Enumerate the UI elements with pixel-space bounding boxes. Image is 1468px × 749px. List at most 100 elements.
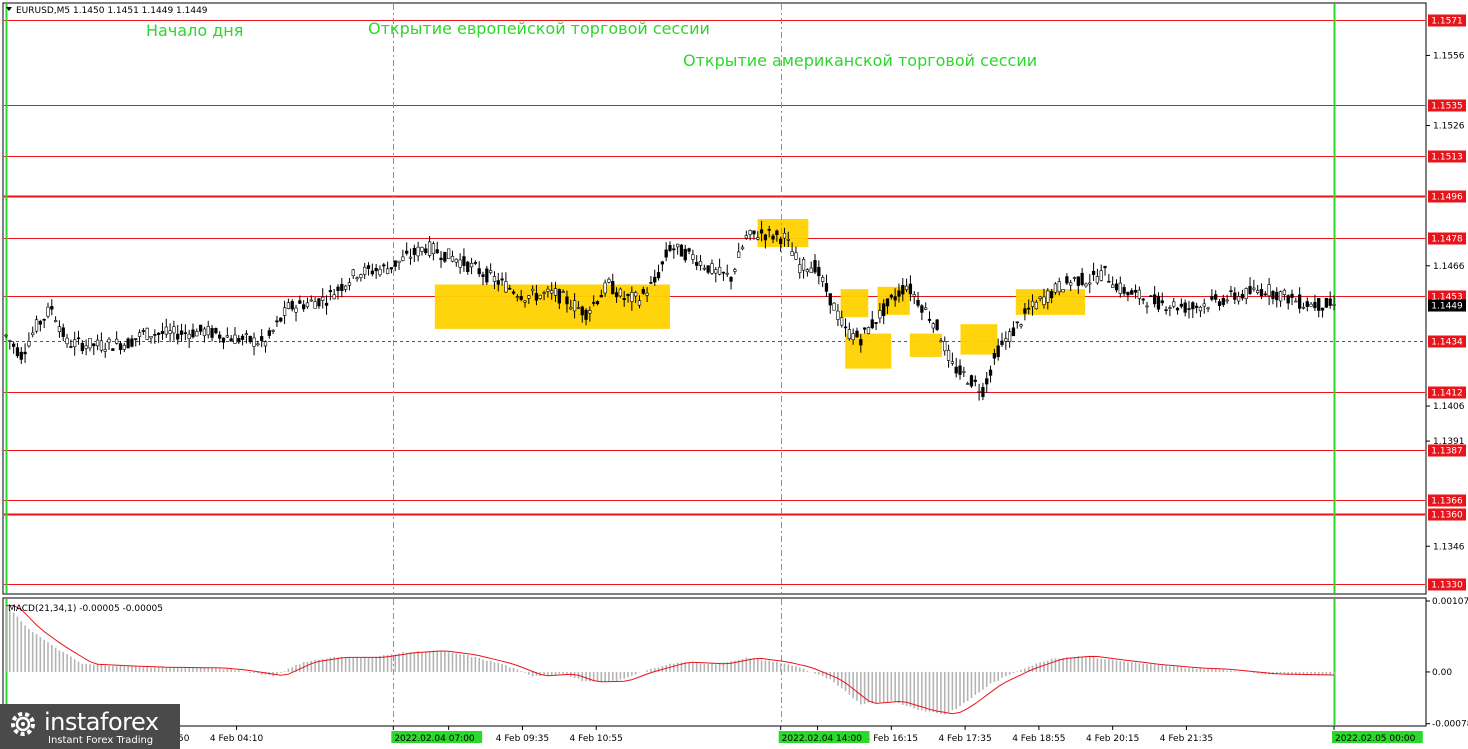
candle-body-31 <box>122 344 126 350</box>
candle-body-308 <box>1179 303 1183 307</box>
candle-body-121 <box>466 261 470 273</box>
candle-body-340 <box>1301 306 1306 309</box>
candle-body-99 <box>382 264 386 267</box>
candle-body-313 <box>1198 306 1203 312</box>
candle-body-57 <box>221 337 226 343</box>
candle-body-319 <box>1221 298 1225 305</box>
candle-body-9 <box>38 320 42 325</box>
candle-body-193 <box>740 246 745 250</box>
logo: instaforex Instant Forex Trading <box>0 704 180 749</box>
candle-body-141 <box>542 292 546 294</box>
candle-body-128 <box>492 276 497 282</box>
candle-body-249 <box>954 366 958 374</box>
time-axis: 4 Feb 00:054 Feb 01:304 Feb 02:504 Feb 0… <box>0 726 1423 744</box>
candle-body-167 <box>641 289 645 294</box>
candle-body-4 <box>19 351 23 360</box>
level-tag-label-11: 1.1330 <box>1431 581 1463 591</box>
candle-body-164 <box>630 292 634 302</box>
candle-body-51 <box>198 324 203 332</box>
candle-body-7 <box>31 332 35 335</box>
candle-body-247 <box>946 349 951 361</box>
candle-body-254 <box>973 379 977 382</box>
candle-body-179 <box>687 248 691 252</box>
logo-name: instaforex <box>44 708 159 736</box>
candle-body-94 <box>363 266 367 275</box>
candle-body-78 <box>302 304 306 310</box>
candle-body-134 <box>515 296 519 298</box>
candle-body-320 <box>1225 299 1229 302</box>
candle-body-49 <box>191 329 195 338</box>
candle-body-282 <box>1080 272 1084 285</box>
candle-body-218 <box>836 310 840 320</box>
candle-body-158 <box>607 278 611 283</box>
candle-body-318 <box>1217 301 1222 306</box>
candle-body-95 <box>366 265 371 269</box>
candle-body-275 <box>1053 283 1058 293</box>
time-label-12: 4 Feb 21:35 <box>1160 734 1213 744</box>
candle-body-191 <box>733 269 737 272</box>
candle-body-59 <box>229 338 233 342</box>
candle-body-296 <box>1133 290 1138 293</box>
candle-body-234 <box>897 290 901 297</box>
candle-body-273 <box>1046 290 1050 303</box>
candle-body-253 <box>969 375 974 387</box>
candle-body-135 <box>519 296 523 300</box>
level-tag-label-10: 1.1360 <box>1431 511 1463 521</box>
candle-body-82 <box>317 298 321 307</box>
candle-body-104 <box>401 256 405 261</box>
candle-body-190 <box>729 276 733 282</box>
candle-body-124 <box>477 268 481 275</box>
candle-body-69 <box>267 330 271 336</box>
candle-body-65 <box>252 337 256 347</box>
candle-body-102 <box>393 260 397 267</box>
candle-body-172 <box>660 261 665 265</box>
candle-body-196 <box>752 230 756 235</box>
candle-body-53 <box>206 326 210 336</box>
candle-body-312 <box>1194 305 1199 308</box>
candle-body-233 <box>893 296 897 301</box>
candle-body-40 <box>157 332 161 335</box>
candle-body-68 <box>263 341 268 347</box>
candle-body-173 <box>664 249 668 258</box>
price-tick-label-3: 1.1406 <box>1433 402 1465 412</box>
candle-body-304 <box>1164 309 1168 312</box>
candle-body-347 <box>1328 298 1332 306</box>
candle-body-119 <box>458 259 462 268</box>
candle-body-17 <box>69 346 73 348</box>
candle-body-83 <box>321 296 325 301</box>
candle-body-127 <box>489 270 493 273</box>
candle-body-174 <box>668 245 672 251</box>
candle-body-202 <box>775 230 779 235</box>
candle-body-310 <box>1187 308 1191 310</box>
candle-body-291 <box>1114 283 1119 291</box>
candle-body-269 <box>1030 300 1035 307</box>
candle-body-238 <box>912 294 916 297</box>
candle-body-84 <box>324 302 329 306</box>
candle-body-162 <box>622 298 626 301</box>
candle-body-117 <box>450 256 455 262</box>
macd-axis: 0.00107 0.00 -0.00078 <box>1426 597 1468 730</box>
candle-body-30 <box>118 343 123 351</box>
level-tag-label-7: 1.1412 <box>1431 389 1463 399</box>
candle-body-118 <box>454 258 458 263</box>
candle-body-21 <box>84 345 88 349</box>
candle-body-211 <box>809 267 813 273</box>
candle-body-346 <box>1324 298 1329 308</box>
candle-body-10 <box>42 318 46 321</box>
candle-body-279 <box>1069 282 1073 286</box>
candle-body-192 <box>737 251 741 258</box>
candle-body-199 <box>763 234 768 241</box>
candle-body-258 <box>988 369 993 376</box>
candle-body-153 <box>588 310 592 314</box>
candle-body-305 <box>1168 307 1172 309</box>
candle-body-245 <box>939 340 943 343</box>
gear-icon <box>11 712 35 736</box>
candle-body-44 <box>172 326 176 334</box>
candle-body-197 <box>756 237 760 240</box>
candle-body-343 <box>1313 301 1317 309</box>
candle-body-266 <box>1019 324 1023 327</box>
candle-body-154 <box>592 302 596 304</box>
candle-body-235 <box>901 285 905 295</box>
candle-body-327 <box>1252 287 1256 290</box>
candle-body-292 <box>1118 282 1122 294</box>
